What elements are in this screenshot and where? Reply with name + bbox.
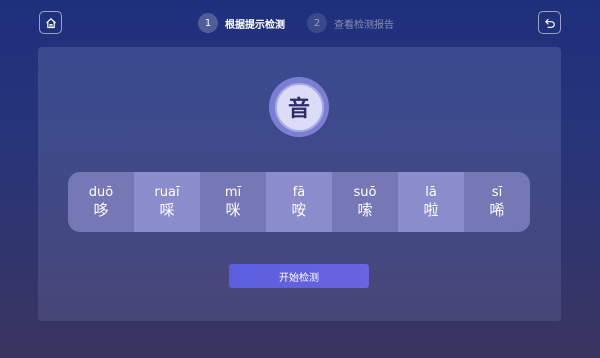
- syllable-pinyin: lā: [425, 185, 437, 200]
- syllable-item[interactable]: ruaī 啋: [134, 172, 200, 232]
- step-2: 2 查看检测报告: [307, 13, 394, 33]
- start-detection-button[interactable]: 开始检测: [229, 264, 369, 288]
- syllable-item[interactable]: duō 哆: [68, 172, 134, 232]
- syllable-char: 啋: [159, 201, 175, 219]
- syllable-char: 咹: [291, 201, 307, 219]
- syllable-char: 哆: [93, 201, 109, 219]
- syllable-item[interactable]: sī 唏: [464, 172, 530, 232]
- step-number: 2: [307, 13, 327, 33]
- home-icon: [45, 17, 56, 28]
- back-arrow-icon: [544, 18, 555, 28]
- step-indicator: 1 根据提示检测 2 查看检测报告: [198, 12, 394, 34]
- syllable-item[interactable]: suō 嗦: [332, 172, 398, 232]
- syllable-char: 咪: [225, 201, 241, 219]
- home-button[interactable]: [39, 11, 62, 34]
- target-sound-badge: 音: [269, 77, 329, 137]
- syllable-list: duō 哆 ruaī 啋 mī 咪 fā 咹 suō 嗦 lā 啦 sī 唏: [68, 172, 530, 232]
- step-label: 根据提示检测: [225, 19, 285, 31]
- syllable-pinyin: ruaī: [154, 185, 180, 200]
- step-number: 1: [198, 13, 218, 33]
- syllable-pinyin: duō: [88, 185, 114, 200]
- syllable-item[interactable]: mī 咪: [200, 172, 266, 232]
- syllable-item[interactable]: fā 咹: [266, 172, 332, 232]
- syllable-item[interactable]: lā 啦: [398, 172, 464, 232]
- syllable-char: 唏: [489, 201, 505, 219]
- back-button[interactable]: [538, 11, 561, 34]
- target-sound-char: 音: [274, 82, 324, 132]
- syllable-pinyin: mī: [224, 185, 242, 200]
- syllable-char: 嗦: [357, 201, 373, 219]
- syllable-char: 啦: [423, 201, 439, 219]
- syllable-pinyin: fā: [292, 185, 306, 200]
- step-label: 查看检测报告: [334, 19, 394, 31]
- syllable-pinyin: suō: [353, 185, 377, 200]
- syllable-pinyin: sī: [491, 185, 503, 200]
- step-1: 1 根据提示检测: [198, 13, 285, 33]
